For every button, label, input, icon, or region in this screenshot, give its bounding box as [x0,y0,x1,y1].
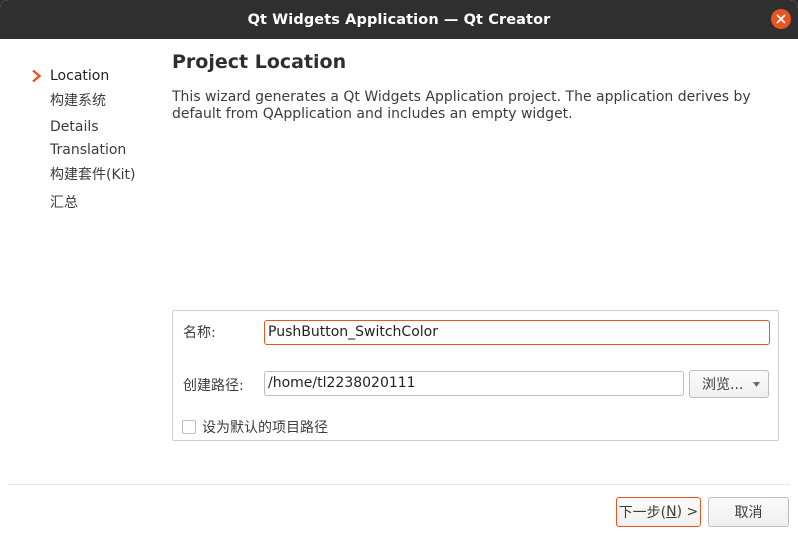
step-build-system: 构建系统 [30,89,160,115]
close-button[interactable] [771,9,791,29]
default-path-checkbox[interactable] [182,420,196,434]
step-label: 构建套件(Kit) [50,166,136,183]
footer-divider [8,484,790,485]
close-icon [776,14,786,24]
step-details: Details [30,115,160,138]
step-label: 构建系统 [50,92,106,109]
path-input[interactable]: /home/tl2238020111 [264,371,684,396]
cancel-button[interactable]: 取消 [708,497,789,527]
step-label: 汇总 [50,194,78,211]
next-label-suffix: ) > [676,504,699,520]
wizard-content: Location 构建系统 Details Translation 构建套件(K… [0,39,798,540]
wizard-steps: Location 构建系统 Details Translation 构建套件(K… [30,64,160,215]
cancel-label: 取消 [734,505,763,521]
next-mnemonic: N [666,504,677,520]
browse-label: 浏览... [702,377,744,393]
next-label-prefix: 下一步( [618,505,667,521]
browse-button[interactable]: 浏览... [689,370,769,398]
default-path-row: 设为默认的项目路径 [182,417,328,437]
name-label: 名称: [183,325,216,341]
title-bar[interactable]: Qt Widgets Application — Qt Creator [0,0,798,39]
project-location-form: 名称: PushButton_SwitchColor 创建路径: /home/t… [172,310,779,441]
next-button[interactable]: 下一步(N) > [616,497,701,527]
name-input[interactable]: PushButton_SwitchColor [264,320,770,345]
page-description: This wizard generates a Qt Widgets Appli… [172,89,751,122]
default-path-label: 设为默认的项目路径 [202,420,328,436]
chevron-right-icon [32,69,42,83]
step-label: Translation [50,141,127,158]
step-translation: Translation [30,138,160,163]
wizard-window: Qt Widgets Application — Qt Creator Loca… [0,0,798,540]
path-label: 创建路径: [183,378,244,394]
step-kits: 构建套件(Kit) [30,163,160,191]
step-label: Details [50,118,99,135]
chevron-down-icon [753,382,760,387]
page-title: Project Location [172,51,347,73]
window-title: Qt Widgets Application — Qt Creator [247,11,551,28]
step-summary: 汇总 [30,191,160,216]
step-label: Location [50,68,110,84]
step-location: Location [30,64,160,89]
